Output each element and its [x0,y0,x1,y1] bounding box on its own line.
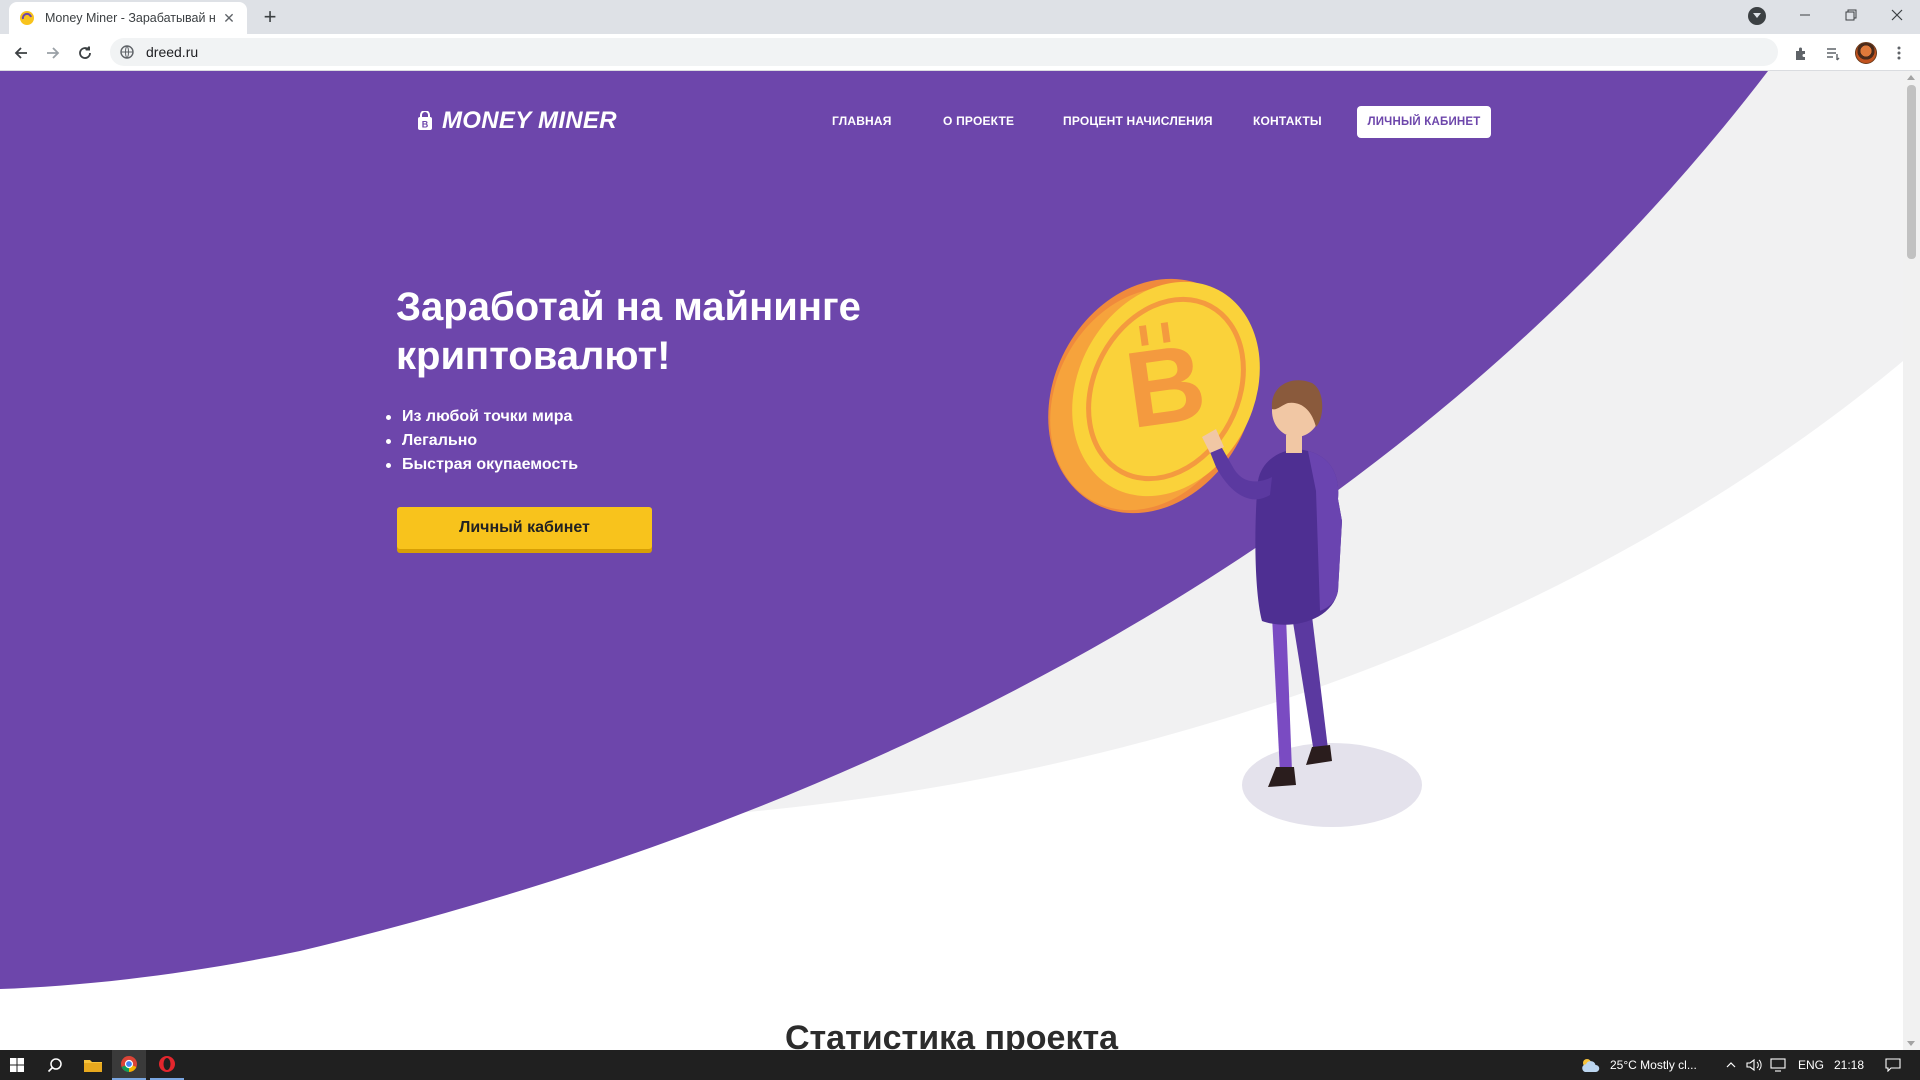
site-info-icon[interactable] [120,45,134,59]
tab-search-icon[interactable] [1748,7,1766,25]
profile-avatar[interactable] [1853,40,1879,66]
site-favicon-icon [20,11,34,25]
close-window-icon[interactable] [1874,0,1920,30]
hero-cabinet-button[interactable]: Личный кабинет [397,507,652,549]
browser-toolbar: dreed.ru [0,34,1920,71]
browser-tab-bar: Money Miner - Зарабатывай на ✕ + [0,0,1920,34]
language-indicator[interactable]: ENG [1798,1058,1824,1072]
reading-list-icon[interactable] [1820,40,1846,66]
menu-icon[interactable] [1886,40,1912,66]
scroll-down-arrow-icon[interactable] [1907,1041,1915,1046]
restore-icon[interactable] [1828,0,1874,30]
site-logo[interactable]: B MONEY MINER [416,107,617,135]
feature-item: Быстрая окупаемость [384,453,578,477]
weather-text[interactable]: 25°C Mostly cl... [1610,1058,1697,1072]
nav-link-home[interactable]: ГЛАВНАЯ [832,114,892,128]
logo-bag-icon: B [418,111,432,130]
minimize-icon[interactable] [1782,0,1828,30]
feature-list: Из любой точки мира Легально Быстрая оку… [384,405,578,477]
chrome-taskbar-icon[interactable] [112,1050,146,1080]
windows-start-icon[interactable] [0,1050,34,1080]
url-text: dreed.ru [146,44,199,60]
hero-title: Заработай на майнинге криптовалют! [396,285,861,378]
opera-taskbar-icon[interactable] [150,1050,184,1080]
page-viewport: B MONEY MINER ГЛАВНАЯ О ПРОЕКТЕ ПРОЦЕНТ … [0,71,1920,1050]
reload-icon[interactable] [72,40,98,66]
volume-icon[interactable] [1744,1050,1764,1080]
windows-taskbar: 25°C Mostly cl... ENG 21:18 [0,1050,1920,1080]
clock-time[interactable]: 21:18 [1834,1058,1864,1072]
bitcoin-illustration: B [1048,278,1422,827]
address-bar[interactable]: dreed.ru [110,38,1778,66]
search-icon[interactable] [38,1050,72,1080]
extensions-icon[interactable] [1788,40,1814,66]
nav-link-about[interactable]: О ПРОЕКТЕ [943,114,1014,128]
file-explorer-icon[interactable] [76,1050,110,1080]
scroll-up-arrow-icon[interactable] [1907,75,1915,80]
tab-title: Money Miner - Зарабатывай на [45,11,215,25]
avatar [1855,42,1877,64]
svg-text:B: B [422,120,429,130]
tab-close-icon[interactable]: ✕ [221,10,237,26]
weather-icon[interactable] [1578,1050,1602,1080]
nav-link-contacts[interactable]: КОНТАКТЫ [1253,114,1322,128]
nav-link-percent[interactable]: ПРОЦЕНТ НАЧИСЛЕНИЯ [1063,114,1213,128]
network-icon[interactable] [1768,1050,1790,1080]
stats-section-title: Статистика проекта [784,1019,1119,1050]
forward-icon[interactable] [40,40,66,66]
new-tab-button[interactable]: + [258,6,282,30]
browser-tab[interactable]: Money Miner - Зарабатывай на ✕ [9,2,247,34]
scroll-thumb[interactable] [1907,85,1916,259]
logo-text: MONEY MINER [442,107,617,134]
back-icon[interactable] [8,40,34,66]
hero-background [0,71,1903,989]
tray-chevron-up-icon[interactable] [1722,1050,1740,1080]
page-scrollbar[interactable] [1903,71,1920,1050]
feature-item: Легально [384,429,578,453]
nav-cabinet-button[interactable]: ЛИЧНЫЙ КАБИНЕТ [1357,106,1491,138]
feature-item: Из любой точки мира [384,405,578,429]
notifications-icon[interactable] [1876,1050,1910,1080]
